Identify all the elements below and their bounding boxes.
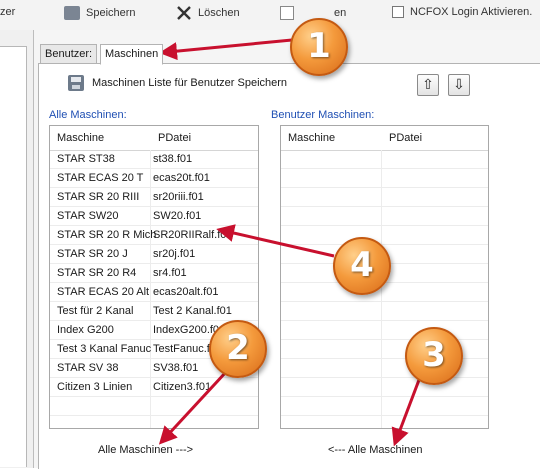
callout-4: 4 — [333, 237, 391, 295]
arrow-to-move-left-button — [391, 371, 424, 447]
arrow-to-machine-row — [216, 224, 335, 258]
callout-3: 3 — [405, 327, 463, 385]
tab-maschinen[interactable]: Maschinen — [100, 44, 164, 65]
arrow-to-move-right-button — [158, 370, 228, 445]
arrow-to-maschinen-tab — [159, 38, 293, 61]
annotation-arrows — [158, 38, 424, 447]
callout-1: 1 — [290, 18, 348, 76]
callout-2: 2 — [209, 320, 267, 378]
